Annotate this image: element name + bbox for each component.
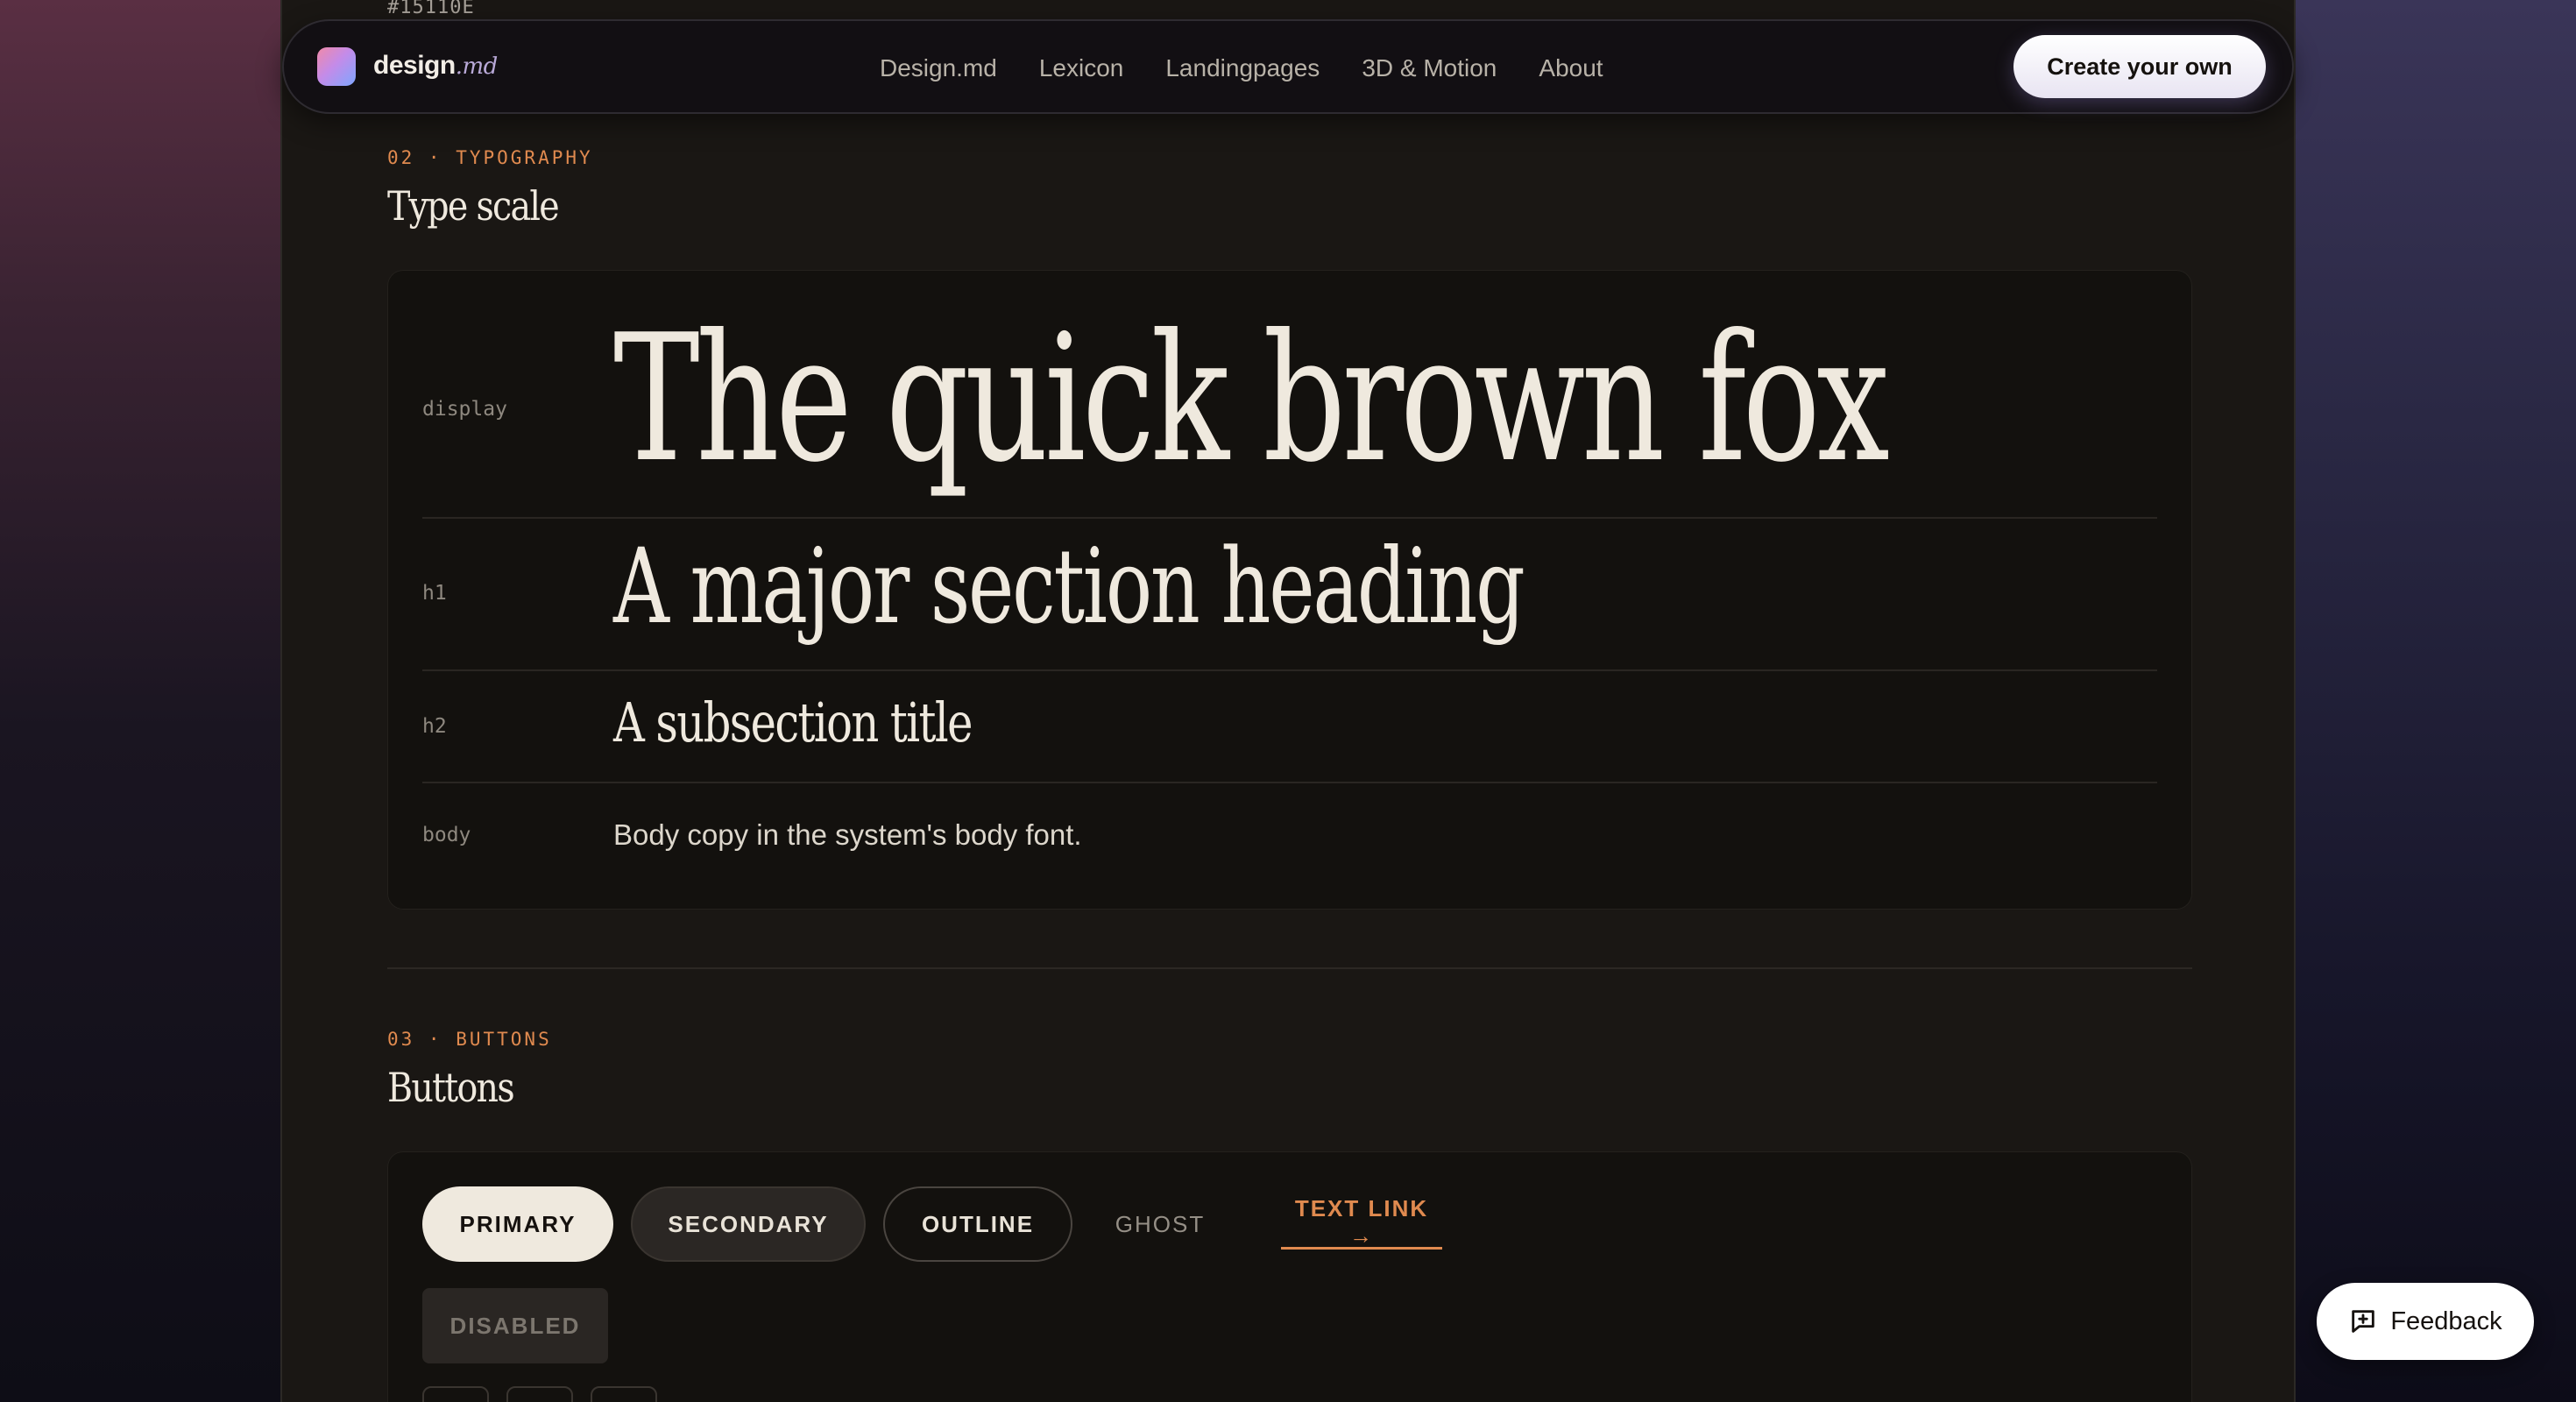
background-left-panel — [0, 0, 280, 1402]
outline-button[interactable]: OUTLINE — [883, 1186, 1072, 1262]
buttons-title: Buttons — [387, 1064, 515, 1111]
type-label-h2: h2 — [422, 715, 447, 738]
nav-links: Design.md Lexicon Landingpages 3D & Moti… — [880, 49, 1603, 88]
feedback-label: Feedback — [2390, 1306, 2502, 1335]
type-row-body: body Body copy in the system's body font… — [422, 782, 2157, 887]
type-sample-h2: A subsection title — [613, 690, 973, 754]
type-row-h1: h1 A major section heading — [422, 517, 2157, 671]
ghost-button[interactable]: GHOST — [1092, 1186, 1228, 1262]
type-row-display: display The quick brown fox — [422, 270, 2157, 519]
top-navigation-bar: design.md Design.md Lexicon Landingpages… — [282, 19, 2294, 114]
color-hex-code: #15110E — [387, 0, 475, 18]
text-link-button[interactable]: TEXT LINK → — [1281, 1195, 1442, 1250]
background-right-panel — [2296, 0, 2576, 1402]
type-sample-display: The quick brown fox — [613, 297, 1890, 501]
secondary-button[interactable]: SECONDARY — [631, 1186, 866, 1262]
brand-logo[interactable]: design.md — [373, 51, 498, 81]
feedback-icon — [2352, 1310, 2375, 1333]
typography-eyebrow: 02 · TYPOGRAPHY — [387, 147, 593, 168]
buttons-card: PRIMARY SECONDARY OUTLINE GHOST TEXT LIN… — [387, 1151, 2192, 1402]
logo-icon[interactable] — [317, 47, 356, 86]
size-chip-stub — [422, 1386, 489, 1402]
nav-link-landingpages[interactable]: Landingpages — [1165, 54, 1320, 82]
nav-link-design-md[interactable]: Design.md — [880, 54, 997, 82]
type-scale-card: display The quick brown fox h1 A major s… — [387, 270, 2192, 910]
brand-suffix: .md — [455, 53, 499, 80]
disabled-button: DISABLED — [422, 1288, 608, 1363]
nav-link-about[interactable]: About — [1539, 54, 1603, 82]
type-sample-h1: A major section heading — [613, 526, 1525, 647]
type-sample-body: Body copy in the system's body font. — [613, 818, 1082, 851]
brand-name: design — [373, 51, 456, 80]
design-preview-frame: #15110E 02 · TYPOGRAPHY Type scale displ… — [280, 0, 2296, 1402]
nav-link-3d-motion[interactable]: 3D & Motion — [1362, 54, 1497, 82]
size-chip-stub — [506, 1386, 573, 1402]
typography-title: Type scale — [387, 182, 560, 230]
type-label-display: display — [422, 398, 507, 421]
section-divider — [387, 967, 2192, 969]
size-chip-stub — [591, 1386, 657, 1402]
type-label-h1: h1 — [422, 582, 447, 605]
primary-button[interactable]: PRIMARY — [422, 1186, 613, 1262]
nav-link-lexicon[interactable]: Lexicon — [1039, 54, 1124, 82]
buttons-eyebrow: 03 · BUTTONS — [387, 1029, 552, 1050]
type-row-h2: h2 A subsection title — [422, 669, 2157, 783]
create-your-own-button[interactable]: Create your own — [2013, 35, 2266, 98]
feedback-button[interactable]: Feedback — [2317, 1283, 2534, 1360]
type-label-body: body — [422, 824, 471, 846]
